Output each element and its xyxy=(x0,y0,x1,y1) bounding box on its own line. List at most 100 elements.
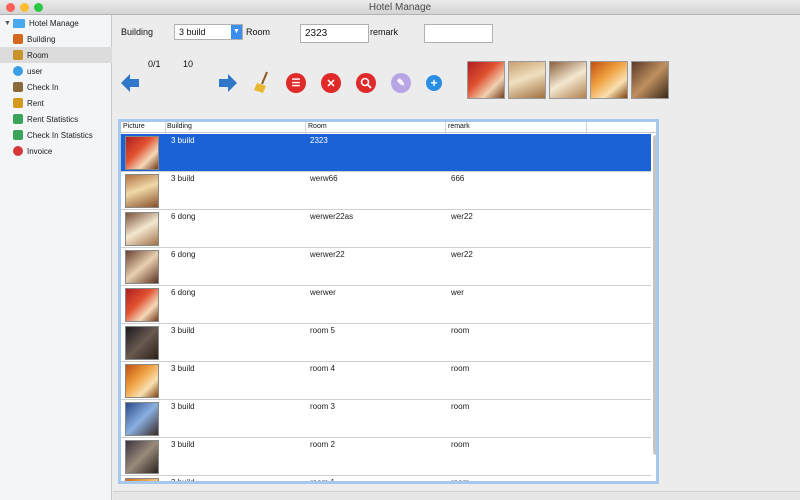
cell-remark: room xyxy=(451,402,470,411)
page-indicator: 0/1 xyxy=(148,59,161,69)
cell-room: werwer xyxy=(310,288,336,297)
sidebar-item-check-in[interactable]: Check In xyxy=(0,79,112,95)
sidebar-item-invoice[interactable]: Invoice xyxy=(0,143,112,159)
list-button[interactable]: ☰ xyxy=(286,73,306,93)
sidebar-item-rent-statistics[interactable]: Rent Statistics xyxy=(0,111,112,127)
sidebar-item-label: Building xyxy=(27,34,56,44)
search-button[interactable] xyxy=(356,73,376,93)
cell-room: werwer22as xyxy=(310,212,354,221)
room-photo-thumbnail[interactable] xyxy=(467,61,505,99)
table-row[interactable]: 3 build 2323 xyxy=(121,134,651,172)
room-picture xyxy=(125,136,159,170)
cell-building: 3 build xyxy=(171,440,195,449)
column-header-building[interactable]: Building xyxy=(167,123,192,130)
sidebar-item-check-in-statistics[interactable]: Check In Statistics xyxy=(0,127,112,143)
invoice-icon xyxy=(13,146,23,156)
cell-remark: room xyxy=(451,326,470,335)
room-photo-thumbnail[interactable] xyxy=(590,61,628,99)
horizontal-scrollbar[interactable] xyxy=(113,491,800,500)
room-picture xyxy=(125,326,159,360)
sidebar-item-label: Check In xyxy=(27,82,59,92)
room-picture xyxy=(125,174,159,208)
user-icon xyxy=(13,66,23,76)
room-picture xyxy=(125,364,159,398)
cell-building: 3 build xyxy=(171,326,195,335)
room-label: Room xyxy=(246,27,271,37)
table-row[interactable]: 3 build werw66 666 xyxy=(121,172,651,210)
cell-room: 2323 xyxy=(310,136,328,145)
sidebar-item-label: Invoice xyxy=(27,146,53,156)
room-picture xyxy=(125,288,159,322)
building-label: Building xyxy=(121,27,154,37)
rent-icon xyxy=(13,98,23,108)
room-photo-thumbnail[interactable] xyxy=(549,61,587,99)
table-row[interactable]: 6 dong werwer22as wer22 xyxy=(121,210,651,248)
column-header-remark[interactable]: remark xyxy=(448,123,470,130)
cell-room: room 4 xyxy=(310,364,335,373)
cell-building: 6 dong xyxy=(171,250,196,259)
cell-remark: wer22 xyxy=(451,212,473,221)
sidebar: ▼ Hotel Manage Building Room user Check In R… xyxy=(0,15,112,500)
room-input[interactable] xyxy=(300,24,369,43)
next-page-button[interactable] xyxy=(217,72,239,94)
cell-building: 3 build xyxy=(171,174,195,183)
sidebar-item-user[interactable]: user xyxy=(0,63,112,79)
table-row[interactable]: 3 build room 5 room xyxy=(121,324,651,362)
table-row[interactable]: 6 dong werwer22 wer22 xyxy=(121,248,651,286)
edit-button[interactable]: ✎ xyxy=(391,73,411,93)
vertical-scrollbar[interactable] xyxy=(653,135,656,455)
chevron-down-icon[interactable]: ▼ xyxy=(231,25,242,39)
folder-icon xyxy=(12,18,25,28)
checkin-icon xyxy=(13,82,23,92)
cell-building: 6 dong xyxy=(171,212,196,221)
room-picture xyxy=(125,478,159,481)
sidebar-root-label: Hotel Manage xyxy=(28,18,79,28)
add-button[interactable]: + xyxy=(426,75,442,91)
sidebar-root[interactable]: ▼ Hotel Manage xyxy=(0,15,112,31)
table-row[interactable]: 6 dong werwer wer xyxy=(121,286,651,324)
table-row[interactable]: 3 build room 1 room xyxy=(121,476,651,484)
cell-room: room 1 xyxy=(310,478,335,484)
sidebar-item-rent[interactable]: Rent xyxy=(0,95,112,111)
next-arrow-icon xyxy=(219,74,237,92)
building-select[interactable]: 3 build ▼ xyxy=(174,24,243,40)
clear-button[interactable] xyxy=(253,70,273,94)
table-row[interactable]: 3 build room 4 room xyxy=(121,362,651,400)
column-header-room[interactable]: Room xyxy=(308,123,327,130)
cell-room: room 2 xyxy=(310,440,335,449)
delete-button[interactable]: ✕ xyxy=(321,73,341,93)
prev-page-button[interactable] xyxy=(119,72,141,94)
building-select-value: 3 build xyxy=(179,27,206,37)
delete-icon: ✕ xyxy=(326,77,336,90)
edit-icon: ✎ xyxy=(396,77,406,89)
sidebar-item-label: Room xyxy=(27,50,49,60)
disclosure-triangle-icon[interactable]: ▼ xyxy=(4,20,11,27)
cell-room: room 3 xyxy=(310,402,335,411)
room-picture xyxy=(125,402,159,436)
table-row[interactable]: 3 build room 3 room xyxy=(121,400,651,438)
page-size: 10 xyxy=(183,59,194,69)
cell-room: room 5 xyxy=(310,326,335,335)
cell-room: werw66 xyxy=(310,174,338,183)
rooms-table[interactable]: Picture Building Room remark 3 build 2323… xyxy=(118,119,659,484)
app-window: Hotel Manage ▼ Hotel Manage Building Room… xyxy=(0,0,800,500)
cell-remark: wer22 xyxy=(451,250,473,259)
main-panel: Building 3 build ▼ Room remark 0/1 10 ☰ … xyxy=(113,15,800,500)
room-picture xyxy=(125,212,159,246)
sidebar-item-room[interactable]: Room xyxy=(0,47,112,63)
sidebar-item-label: Rent xyxy=(27,98,44,108)
cell-remark: 666 xyxy=(451,174,465,183)
room-photo-thumbnail[interactable] xyxy=(508,61,546,99)
room-photo-thumbnail[interactable] xyxy=(631,61,669,99)
cell-remark: room xyxy=(451,478,470,484)
column-header-picture[interactable]: Picture xyxy=(123,123,145,130)
sidebar-item-label: Check In Statistics xyxy=(27,130,93,140)
remark-input[interactable] xyxy=(424,24,493,43)
list-icon: ☰ xyxy=(291,77,301,89)
sidebar-item-building[interactable]: Building xyxy=(0,31,112,47)
room-icon xyxy=(13,50,23,60)
window-title: Hotel Manage xyxy=(368,2,432,13)
cell-remark: room xyxy=(451,440,470,449)
rent-statistics-icon xyxy=(13,114,23,124)
table-row[interactable]: 3 build room 2 room xyxy=(121,438,651,476)
